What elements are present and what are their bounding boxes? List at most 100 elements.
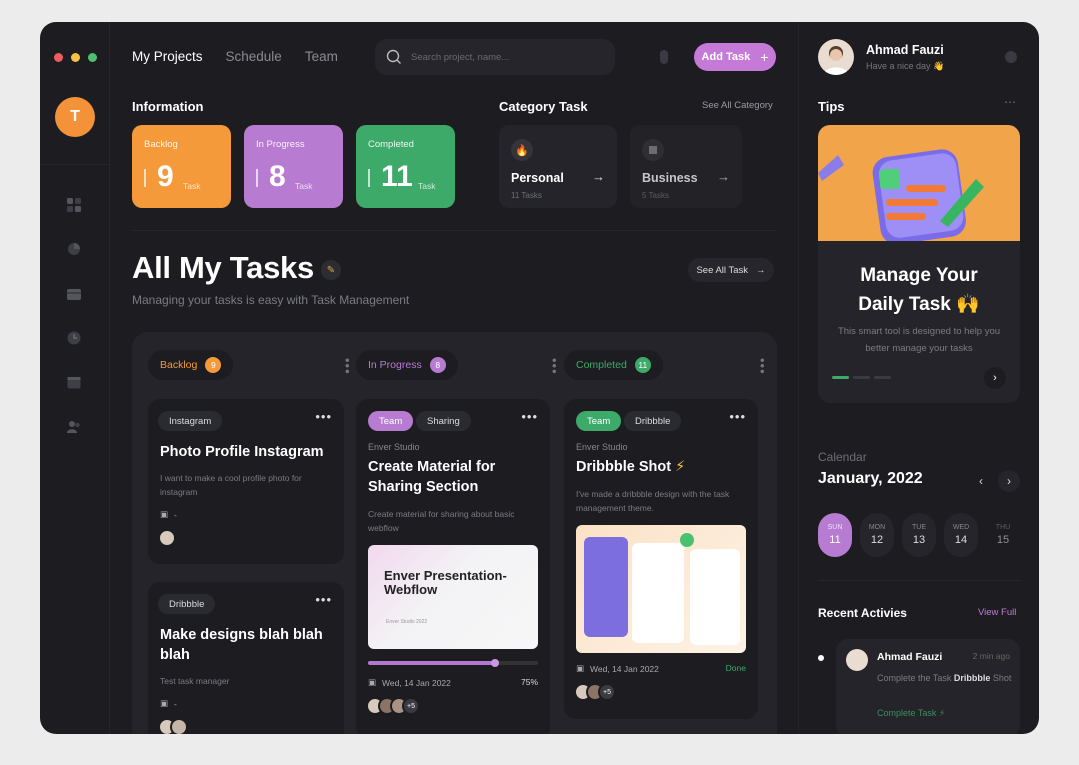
building-icon	[642, 139, 664, 161]
preview-phone-shape	[584, 537, 628, 637]
assignees	[158, 718, 188, 734]
category-card-business[interactable]: Business 5 Tasks →	[630, 125, 742, 208]
right-panel: Ahmad Fauzi Have a nice day 👋 Tips ⋯ Man	[818, 22, 1020, 734]
calendar-day[interactable]: SUN 11	[818, 513, 852, 557]
info-card-label: In Progress	[256, 139, 305, 150]
calendar-day[interactable]: MON 12	[860, 513, 894, 557]
search-input[interactable]	[411, 51, 591, 63]
add-task-button[interactable]: Add Task +	[694, 43, 776, 71]
sidebar: T	[40, 22, 110, 734]
more-horizontal-icon[interactable]: •••	[729, 409, 746, 424]
more-horizontal-icon[interactable]: ⋯	[1004, 95, 1016, 109]
day-number: 11	[829, 534, 841, 546]
see-all-category-link[interactable]: See All Category	[702, 100, 773, 111]
activity-desc-text: Shot	[990, 673, 1012, 683]
tab-my-projects[interactable]: My Projects	[132, 49, 203, 64]
task-preview-image[interactable]	[576, 525, 746, 653]
users-icon[interactable]	[66, 419, 82, 435]
info-card-completed[interactable]: Completed 11 Task	[356, 125, 455, 208]
minimize-dot[interactable]	[71, 53, 80, 62]
avatar[interactable]	[170, 718, 188, 734]
chevron-right-icon[interactable]: ›	[984, 367, 1006, 389]
activity-desc-text: Complete the Task	[877, 673, 954, 683]
column-header-completed[interactable]: Completed 11	[564, 350, 663, 380]
search-icon	[386, 49, 401, 64]
more-assignees-badge[interactable]: +5	[598, 683, 616, 701]
task-description: I've made a dribbble design with the tas…	[576, 489, 730, 513]
gear-icon[interactable]	[1005, 51, 1017, 63]
preview-subtext: Enver Studio 2022	[386, 619, 428, 625]
calendar-day[interactable]: TUE 13	[902, 513, 936, 557]
more-vertical-icon[interactable]: •••	[547, 358, 562, 375]
chevron-left-icon[interactable]: ‹	[970, 470, 992, 492]
top-navigation: My Projects Schedule Team	[132, 49, 338, 64]
task-card[interactable]: Team Dribbble ••• Enver Studio Dribbble …	[564, 399, 758, 719]
task-tag[interactable]: Team	[368, 411, 414, 431]
task-tag[interactable]: Dribbble	[624, 411, 682, 431]
more-vertical-icon[interactable]: •••	[340, 358, 355, 375]
info-card-in-progress[interactable]: In Progress 8 Task	[244, 125, 343, 208]
chevron-right-icon[interactable]: ›	[998, 470, 1020, 492]
close-dot[interactable]	[54, 53, 63, 62]
avatar[interactable]	[846, 649, 868, 671]
task-date: ▣ -	[160, 509, 177, 520]
more-vertical-icon[interactable]: •••	[755, 358, 770, 375]
info-card-backlog[interactable]: Backlog 9 Task	[132, 125, 231, 208]
task-status: Done	[725, 663, 746, 673]
carousel-dot[interactable]	[853, 376, 870, 379]
see-all-task-label: See All Task	[696, 264, 749, 276]
task-title: Photo Profile Instagram	[160, 444, 324, 460]
column-header-in-progress[interactable]: In Progress 8	[356, 350, 458, 380]
more-horizontal-icon[interactable]: •••	[315, 592, 332, 607]
tips-card[interactable]: Manage Your Daily Task 🙌 This smart tool…	[818, 125, 1020, 403]
carousel-dot[interactable]	[874, 376, 891, 379]
task-tag[interactable]: Team	[576, 411, 622, 431]
more-horizontal-icon[interactable]: •••	[521, 409, 538, 424]
clock-icon[interactable]	[66, 330, 82, 346]
add-task-label: Add Task	[701, 51, 751, 63]
category-card-personal[interactable]: 🔥 Personal 11 Tasks →	[499, 125, 617, 208]
task-preview-image[interactable]: Enver Presentation-Webflow Enver Studio …	[368, 545, 538, 649]
calendar-icon[interactable]	[66, 374, 82, 390]
activity-item[interactable]: Ahmad Fauzi 2 min ago Complete the Task …	[836, 639, 1020, 734]
microphone-icon[interactable]	[660, 50, 668, 64]
task-card[interactable]: Dribbble ••• Make designs blah blah blah…	[148, 582, 344, 734]
search-bar[interactable]	[375, 39, 615, 75]
app-logo[interactable]: T	[55, 97, 95, 137]
view-full-link[interactable]: View Full	[978, 607, 1016, 618]
calendar-day[interactable]: WED 14	[944, 513, 978, 557]
maximize-dot[interactable]	[88, 53, 97, 62]
page-subtitle: Managing your tasks is easy with Task Ma…	[132, 293, 410, 307]
tips-title: Tips	[818, 99, 845, 114]
tab-schedule[interactable]: Schedule	[226, 49, 282, 64]
avatar[interactable]	[158, 529, 176, 547]
chart-pie-icon[interactable]	[66, 241, 82, 257]
activity-desc-bold: Dribbble	[953, 673, 991, 683]
progress-bar[interactable]	[368, 659, 538, 667]
column-header-backlog[interactable]: Backlog 9	[148, 350, 234, 380]
folder-icon[interactable]	[66, 286, 82, 302]
task-date-value: Wed, 14 Jan 2022	[590, 663, 659, 674]
progress-handle[interactable]	[490, 659, 499, 667]
task-tag[interactable]: Instagram	[158, 411, 223, 431]
task-card[interactable]: Instagram ••• Photo Profile Instagram I …	[148, 399, 344, 564]
progress-percent: 75%	[520, 677, 538, 687]
task-tag[interactable]: Dribbble	[158, 594, 216, 614]
see-all-task-button[interactable]: See All Task →	[688, 258, 774, 282]
recent-activities-title: Recent Activies	[818, 606, 907, 620]
kanban-board: Backlog 9 ••• In Progress 8 ••• Complete…	[132, 332, 777, 734]
dashboard-icon[interactable]	[66, 197, 82, 213]
user-avatar[interactable]	[818, 39, 854, 75]
calendar-day[interactable]: THU 15	[986, 513, 1020, 557]
task-title-text: Dribbble Shot	[576, 459, 672, 475]
carousel-dot[interactable]	[832, 376, 849, 379]
info-card-count: 11	[381, 160, 413, 193]
tab-team[interactable]: Team	[305, 49, 338, 64]
preview-blob-shape	[680, 533, 694, 547]
complete-task-link[interactable]: Complete Task ⚡	[877, 708, 945, 719]
task-tag[interactable]: Sharing	[416, 411, 471, 431]
task-card[interactable]: Team Sharing ••• Enver Studio Create Mat…	[356, 399, 550, 734]
assignees: +5	[574, 683, 616, 701]
more-horizontal-icon[interactable]: •••	[315, 409, 332, 424]
more-assignees-badge[interactable]: +5	[402, 697, 420, 715]
